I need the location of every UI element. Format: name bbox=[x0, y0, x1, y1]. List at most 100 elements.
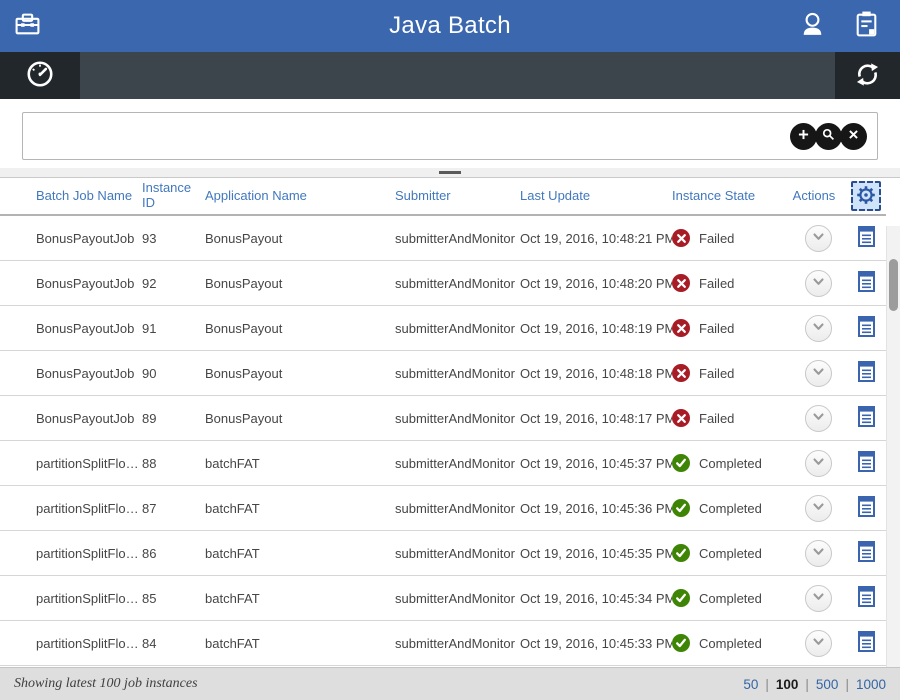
cell-batch-job-name: partitionSplitFlo… bbox=[36, 456, 142, 471]
column-header-instance-state[interactable]: Instance State bbox=[672, 189, 790, 204]
cell-instance-id: 89 bbox=[142, 411, 205, 426]
table-body: BonusPayoutJob 93 BonusPayout submitterA… bbox=[0, 216, 886, 666]
row-actions-button[interactable] bbox=[805, 585, 832, 612]
job-log-icon bbox=[858, 586, 875, 610]
completed-icon bbox=[672, 544, 690, 562]
toolbox-button[interactable] bbox=[0, 0, 54, 52]
view-log-button[interactable] bbox=[858, 451, 875, 475]
cell-batch-job-name: BonusPayoutJob bbox=[36, 321, 142, 336]
chevron-down-icon bbox=[811, 364, 826, 382]
toolbox-icon bbox=[14, 11, 41, 41]
job-log-icon bbox=[858, 631, 875, 655]
person-icon bbox=[799, 10, 826, 42]
cell-last-update: Oct 19, 2016, 10:45:35 PM bbox=[520, 546, 672, 561]
search-button[interactable] bbox=[815, 123, 842, 150]
add-filter-button[interactable] bbox=[790, 123, 817, 150]
cell-application-name: BonusPayout bbox=[205, 276, 395, 291]
table-row: partitionSplitFlo… 85 batchFAT submitter… bbox=[0, 576, 886, 621]
page-size-500[interactable]: 500 bbox=[816, 677, 839, 692]
user-menu-button[interactable] bbox=[792, 0, 832, 52]
view-log-button[interactable] bbox=[858, 316, 875, 340]
cell-instance-state: Completed bbox=[672, 634, 790, 652]
cell-last-update: Oct 19, 2016, 10:48:18 PM bbox=[520, 366, 672, 381]
view-log-button[interactable] bbox=[858, 496, 875, 520]
cell-application-name: BonusPayout bbox=[205, 411, 395, 426]
magnifier-icon bbox=[820, 126, 837, 146]
page-size-100[interactable]: 100 bbox=[776, 677, 799, 692]
failed-icon bbox=[672, 274, 690, 292]
column-header-application-name[interactable]: Application Name bbox=[205, 189, 395, 204]
chevron-down-icon bbox=[811, 454, 826, 472]
row-actions-button[interactable] bbox=[805, 450, 832, 477]
vertical-scrollbar[interactable] bbox=[886, 226, 900, 676]
chevron-down-icon bbox=[811, 229, 826, 247]
view-log-button[interactable] bbox=[858, 361, 875, 385]
failed-icon bbox=[672, 409, 690, 427]
column-header-submitter[interactable]: Submitter bbox=[395, 189, 520, 204]
failed-icon bbox=[672, 364, 690, 382]
cell-submitter: submitterAndMonitor bbox=[395, 231, 520, 246]
column-header-last-update[interactable]: Last Update bbox=[520, 189, 672, 204]
table-row: BonusPayoutJob 89 BonusPayout submitterA… bbox=[0, 396, 886, 441]
state-label: Completed bbox=[699, 501, 762, 516]
chevron-down-icon bbox=[811, 544, 826, 562]
view-log-button[interactable] bbox=[858, 586, 875, 610]
page-size-50[interactable]: 50 bbox=[743, 677, 758, 692]
cell-last-update: Oct 19, 2016, 10:45:36 PM bbox=[520, 501, 672, 516]
column-header-actions[interactable]: Actions bbox=[790, 189, 846, 204]
cell-instance-id: 91 bbox=[142, 321, 205, 336]
cell-application-name: batchFAT bbox=[205, 501, 395, 516]
view-log-button[interactable] bbox=[858, 226, 875, 250]
row-actions-button[interactable] bbox=[805, 630, 832, 657]
splitter-handle[interactable] bbox=[439, 171, 461, 174]
chevron-down-icon bbox=[811, 634, 826, 652]
job-log-icon bbox=[858, 226, 875, 250]
titlebar: Java Batch bbox=[0, 0, 900, 52]
row-actions-button[interactable] bbox=[805, 270, 832, 297]
column-header-instance-id[interactable]: Instance ID bbox=[142, 181, 205, 211]
refresh-button[interactable] bbox=[835, 52, 900, 99]
view-log-button[interactable] bbox=[858, 541, 875, 565]
row-actions-button[interactable] bbox=[805, 405, 832, 432]
table-settings-button[interactable] bbox=[851, 181, 881, 211]
page-size-1000[interactable]: 1000 bbox=[856, 677, 886, 692]
row-actions-button[interactable] bbox=[805, 315, 832, 342]
view-log-button[interactable] bbox=[858, 271, 875, 295]
row-actions-button[interactable] bbox=[805, 225, 832, 252]
cell-last-update: Oct 19, 2016, 10:48:21 PM bbox=[520, 231, 672, 246]
table-row: BonusPayoutJob 90 BonusPayout submitterA… bbox=[0, 351, 886, 396]
cell-instance-id: 90 bbox=[142, 366, 205, 381]
cell-instance-state: Failed bbox=[672, 229, 790, 247]
job-log-icon bbox=[858, 316, 875, 340]
cell-last-update: Oct 19, 2016, 10:45:33 PM bbox=[520, 636, 672, 651]
view-log-button[interactable] bbox=[858, 406, 875, 430]
job-log-icon bbox=[858, 451, 875, 475]
row-actions-button[interactable] bbox=[805, 540, 832, 567]
pager-separator: | bbox=[845, 677, 849, 692]
cell-instance-id: 93 bbox=[142, 231, 205, 246]
cell-submitter: submitterAndMonitor bbox=[395, 321, 520, 336]
cell-last-update: Oct 19, 2016, 10:48:19 PM bbox=[520, 321, 672, 336]
cell-application-name: BonusPayout bbox=[205, 231, 395, 246]
pager-separator: | bbox=[805, 677, 809, 692]
table-row: partitionSplitFlo… 87 batchFAT submitter… bbox=[0, 486, 886, 531]
job-list-button[interactable] bbox=[846, 0, 886, 52]
row-actions-button[interactable] bbox=[805, 360, 832, 387]
completed-icon bbox=[672, 499, 690, 517]
cell-submitter: submitterAndMonitor bbox=[395, 591, 520, 606]
dashboard-button[interactable] bbox=[0, 52, 80, 99]
cell-batch-job-name: BonusPayoutJob bbox=[36, 276, 142, 291]
cell-submitter: submitterAndMonitor bbox=[395, 501, 520, 516]
cell-last-update: Oct 19, 2016, 10:45:34 PM bbox=[520, 591, 672, 606]
cell-application-name: batchFAT bbox=[205, 546, 395, 561]
cell-instance-state: Failed bbox=[672, 409, 790, 427]
view-log-button[interactable] bbox=[858, 631, 875, 655]
clear-search-button[interactable] bbox=[840, 123, 867, 150]
completed-icon bbox=[672, 454, 690, 472]
result-count-status: Showing latest 100 job instances bbox=[14, 676, 198, 692]
scrollbar-thumb[interactable] bbox=[889, 259, 898, 311]
search-input[interactable] bbox=[33, 113, 790, 159]
cell-instance-id: 86 bbox=[142, 546, 205, 561]
column-header-batch-job-name[interactable]: Batch Job Name bbox=[36, 189, 142, 204]
row-actions-button[interactable] bbox=[805, 495, 832, 522]
